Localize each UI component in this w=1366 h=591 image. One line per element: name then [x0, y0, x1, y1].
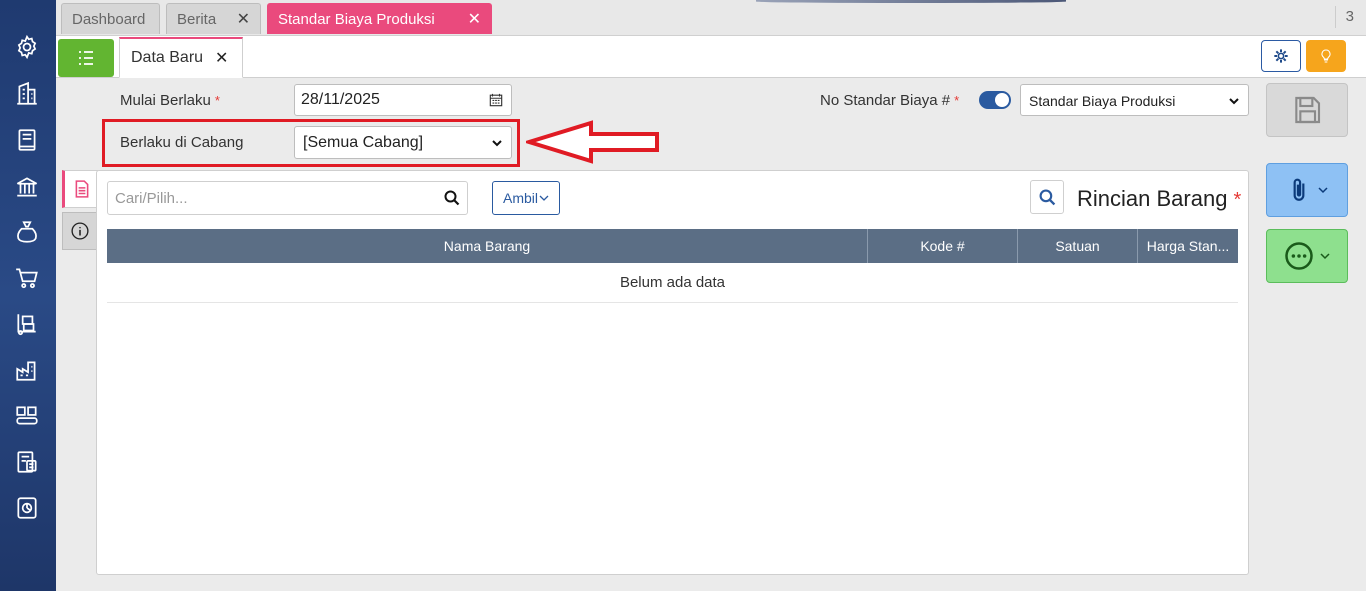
money-bag-icon[interactable] [12, 217, 42, 247]
tab-label: Data Baru [131, 49, 204, 66]
highlight-box [102, 119, 520, 167]
search-placeholder: Cari/Pilih... [115, 190, 188, 207]
ambil-button[interactable]: Ambil [492, 181, 560, 215]
calendar-icon[interactable] [489, 93, 503, 107]
tab-standar-biaya-produksi[interactable]: Standar Biaya Produksi ✕ [267, 3, 492, 34]
building-icon[interactable] [12, 79, 42, 109]
settings-button[interactable] [1261, 40, 1301, 72]
tab-berita[interactable]: Berita ✕ [166, 3, 261, 34]
chevron-down-icon [1320, 253, 1330, 260]
required-mark: * [954, 93, 960, 108]
more-actions-button[interactable] [1266, 229, 1348, 283]
search-button[interactable] [1030, 180, 1064, 214]
column-header-satuan[interactable]: Satuan [1018, 229, 1138, 263]
list-view-button[interactable] [58, 39, 114, 77]
number-type-select[interactable]: Standar Biaya Produksi [1020, 84, 1249, 116]
info-tab[interactable] [62, 212, 98, 250]
sub-toolbar: Data Baru ✕ [56, 36, 1366, 78]
close-icon[interactable]: ✕ [237, 9, 250, 29]
tab-label: Standar Biaya Produksi [278, 10, 435, 28]
save-button[interactable] [1266, 83, 1348, 137]
start-date-label: Mulai Berlaku * [120, 92, 220, 109]
detail-title: Rincian Barang * [1077, 186, 1241, 212]
document-icon [75, 180, 88, 198]
sidebar [0, 0, 56, 591]
hand-truck-icon[interactable] [12, 309, 42, 339]
paperclip-icon [1293, 178, 1305, 201]
main-content: Mulai Berlaku * 28/11/2025 Berlaku di Cab… [56, 78, 1366, 591]
tips-button[interactable] [1306, 40, 1346, 72]
start-date-input[interactable]: 28/11/2025 [294, 84, 512, 116]
more-options-icon [1285, 242, 1313, 270]
label-text: Mulai Berlaku [120, 92, 211, 109]
cart-icon[interactable] [12, 263, 42, 293]
list-icon [79, 51, 93, 65]
close-icon[interactable]: ✕ [215, 48, 228, 68]
column-header-kode[interactable]: Kode # [868, 229, 1018, 263]
info-icon [71, 222, 89, 240]
bank-icon[interactable] [12, 172, 42, 202]
chevron-down-icon [1318, 187, 1328, 194]
select-value: Standar Biaya Produksi [1029, 93, 1176, 109]
label-text: No Standar Biaya # [820, 92, 951, 109]
attachment-button[interactable] [1266, 163, 1348, 217]
number-label: No Standar Biaya # * [820, 92, 959, 109]
lightbulb-icon [1321, 49, 1331, 63]
divider [1335, 6, 1336, 28]
tax-icon[interactable] [12, 447, 42, 477]
factory-icon[interactable] [12, 355, 42, 385]
tab-count-badge[interactable]: 3 [1346, 8, 1354, 25]
column-header-harga[interactable]: Harga Stan... [1138, 229, 1238, 263]
conveyor-icon[interactable] [12, 401, 42, 431]
column-header-nama-barang[interactable]: Nama Barang [107, 229, 868, 263]
tab-label: Dashboard [72, 10, 146, 28]
tab-dashboard[interactable]: Dashboard [61, 3, 160, 34]
book-icon[interactable] [12, 125, 42, 155]
chevron-down-icon [539, 195, 549, 201]
detail-tab[interactable] [62, 170, 98, 208]
header-banner-strip [756, 0, 1066, 3]
search-icon [1039, 189, 1055, 205]
tab-label: Berita [177, 10, 217, 28]
close-icon[interactable]: ✕ [468, 9, 481, 29]
tab-data-baru[interactable]: Data Baru ✕ [119, 37, 243, 78]
date-value: 28/11/2025 [301, 91, 380, 108]
floppy-disk-icon [1295, 96, 1321, 124]
tab-bar: Dashboard Berita ✕ Standar Biaya Produks… [56, 0, 1366, 36]
title-text: Rincian Barang [1077, 186, 1228, 211]
annotation-arrow-icon [526, 120, 659, 164]
button-label: Ambil [502, 190, 538, 206]
table-header: Nama Barang Kode # Satuan Harga Stan... [107, 229, 1238, 263]
auto-number-toggle[interactable] [979, 91, 1011, 109]
chevron-down-icon [1229, 98, 1239, 105]
item-search-input[interactable]: Cari/Pilih... [107, 181, 468, 215]
gear-icon [1274, 49, 1288, 63]
gear-icon[interactable] [12, 32, 42, 62]
search-icon[interactable] [444, 190, 460, 206]
required-mark: * [214, 93, 220, 108]
table-empty-row: Belum ada data [107, 263, 1238, 303]
required-mark: * [1233, 189, 1242, 211]
report-icon[interactable] [12, 493, 42, 523]
